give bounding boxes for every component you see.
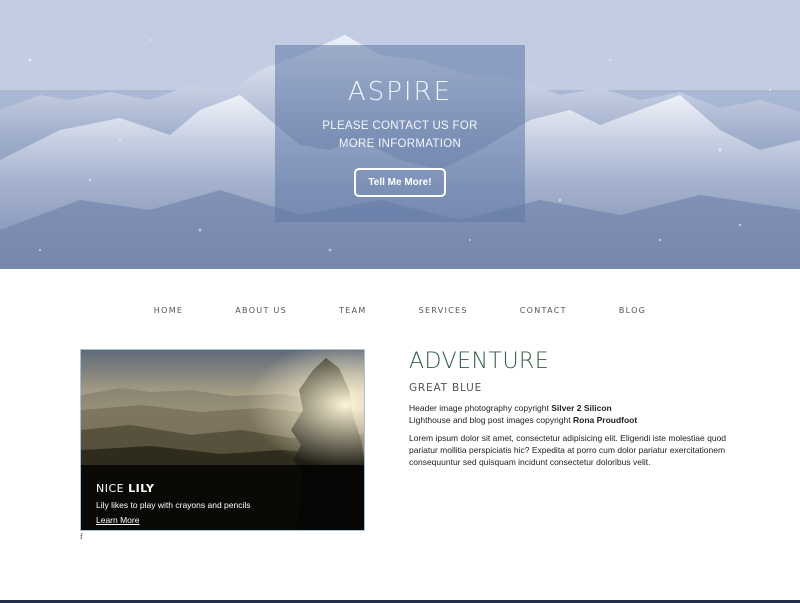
nav-item-contact[interactable]: CONTACT — [520, 306, 567, 315]
card-text: Lily likes to play with crayons and penc… — [96, 500, 251, 510]
card-title-prefix: NICE — [96, 482, 129, 495]
credit-line-2: Lighthouse and blog post images copyrigh… — [409, 414, 729, 426]
credit1-prefix: Header image photography copyright — [409, 403, 552, 413]
article-body: Lorem ipsum dolor sit amet, consectetur … — [409, 433, 727, 467]
credit2-prefix: Lighthouse and blog post images copyrigh… — [409, 415, 573, 425]
card-title: NICE LILY — [96, 482, 351, 495]
hero-subtitle: PLEASE CONTACT US FOR MORE INFORMATION — [275, 117, 525, 153]
learn-more-link[interactable]: Learn More — [96, 515, 139, 525]
credit1-name: Silver 2 Silicon — [551, 403, 612, 413]
article-section: ADVENTURE GREAT BLUE Header image photog… — [409, 349, 729, 468]
credit2-name: Rona Proudfoot — [572, 415, 638, 425]
hero-title: ASPIRE — [347, 77, 453, 107]
stray-text: f — [80, 532, 83, 541]
nav-item-blog[interactable]: BLOG — [619, 306, 646, 315]
article-credits: Header image photography copyright Silve… — [409, 402, 729, 426]
nav-item-services[interactable]: SERVICES — [419, 306, 468, 315]
feature-card: NICE LILY Lily likes to play with crayon… — [80, 349, 365, 531]
hero-overlay-box: ASPIRE PLEASE CONTACT US FOR MORE INFORM… — [275, 45, 525, 222]
card-caption: NICE LILY Lily likes to play with crayon… — [81, 465, 364, 530]
main-nav: HOME ABOUT US TEAM SERVICES CONTACT BLOG — [0, 306, 800, 315]
article-title: ADVENTURE — [409, 349, 550, 374]
hero-subtitle-line1: PLEASE CONTACT US FOR — [322, 120, 478, 132]
card-title-bold: LILY — [128, 482, 155, 495]
nav-item-team[interactable]: TEAM — [339, 306, 367, 315]
credit-line-1: Header image photography copyright Silve… — [409, 402, 729, 414]
nav-item-home[interactable]: HOME — [154, 306, 183, 315]
tell-me-more-button[interactable]: Tell Me More! — [354, 168, 446, 197]
hero-banner: ASPIRE PLEASE CONTACT US FOR MORE INFORM… — [0, 0, 800, 269]
article-subtitle: GREAT BLUE — [409, 382, 483, 394]
nav-item-about-us[interactable]: ABOUT US — [235, 306, 287, 315]
hero-subtitle-line2: MORE INFORMATION — [338, 138, 462, 150]
